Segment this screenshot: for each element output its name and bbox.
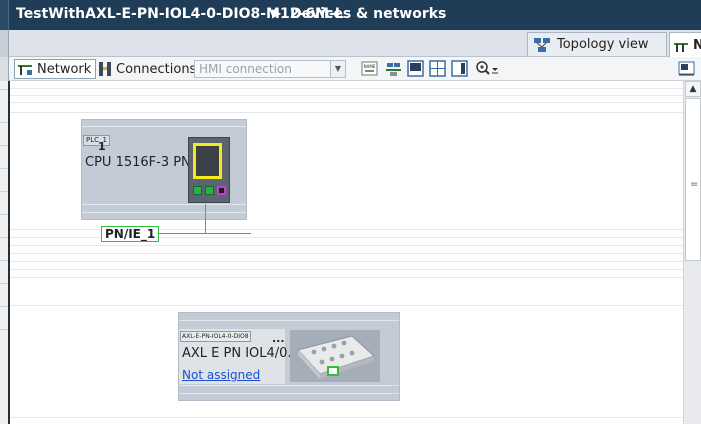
- device-stripe: [179, 320, 399, 321]
- io-device-box[interactable]: AXL-E-PN-IOL4-0-DIO8 ... AXL E PN IOL4/0…: [178, 312, 400, 401]
- connection-type-value: HMI connection: [199, 62, 292, 76]
- breadcrumb-separator-icon: ▶: [272, 6, 282, 20]
- grid-line: [10, 277, 683, 278]
- plc-name-suffix: 1: [98, 140, 106, 153]
- grid-line: [10, 112, 683, 113]
- device-stripe: [82, 204, 246, 205]
- strip-separator: [0, 145, 8, 146]
- grid-line: [10, 261, 683, 262]
- strip-separator: [0, 191, 8, 192]
- plc-description: CPU 1516F-3 PN...: [85, 155, 204, 170]
- strip-separator: [0, 283, 8, 284]
- strip-separator: [0, 214, 8, 215]
- grid-line: [10, 102, 683, 103]
- plc-module-image: [188, 137, 230, 203]
- layout-view-2-button[interactable]: [429, 60, 446, 77]
- address-icon: [386, 63, 401, 76]
- left-panel-edge[interactable]: [0, 30, 9, 57]
- panel-layout-icon: [407, 60, 424, 77]
- zoom-button[interactable]: [475, 60, 498, 77]
- grid-line: [10, 305, 683, 306]
- network-mode-button[interactable]: Network: [14, 59, 97, 79]
- svg-text:NAME: NAME: [364, 64, 376, 69]
- plc-subnet-link[interactable]: [205, 204, 206, 233]
- overview-navigation-button[interactable]: [678, 60, 695, 77]
- network-view-icon: [674, 42, 688, 52]
- subnet-label[interactable]: PN/IE_1: [101, 226, 160, 242]
- subnet-line[interactable]: [151, 233, 251, 234]
- interface-port-icon[interactable]: [217, 186, 226, 195]
- editor-title-bar: TestWithAXL-E-PN-IOL4-0-DIO8-M12-6M-L ▶ …: [0, 0, 701, 30]
- scroll-up-arrow-icon[interactable]: ▲: [685, 81, 701, 97]
- show-names-button[interactable]: NAME: [361, 60, 378, 77]
- strip-separator: [0, 260, 8, 261]
- network-toolbar: Network Connections HMI connection ▼ NAM…: [0, 57, 701, 81]
- io-description: AXL E PN IOL4/0...: [182, 346, 300, 361]
- strip-separator: [0, 168, 8, 169]
- profinet-port-icon[interactable]: [205, 186, 214, 195]
- view-tab-bar: Topology view N: [0, 30, 701, 58]
- io-profinet-port-icon[interactable]: [327, 366, 339, 376]
- tab-topology-label: Topology view: [557, 37, 649, 52]
- grid-line: [10, 88, 683, 89]
- name-tag-icon: NAME: [361, 61, 378, 76]
- network-canvas[interactable]: PLC_1 1 CPU 1516F-3 PN... PN/IE_1 AXL-E-…: [10, 81, 683, 424]
- device-stripe: [82, 126, 246, 127]
- zoom-icon: [476, 61, 498, 75]
- connections-mode-label: Connections: [116, 61, 197, 77]
- show-address-button[interactable]: [385, 60, 402, 77]
- left-panel-edge[interactable]: [0, 0, 9, 30]
- device-stripe: [179, 393, 399, 394]
- strip-separator: [0, 237, 8, 238]
- strip-separator: [0, 122, 8, 123]
- network-mode-icon: [18, 65, 32, 75]
- vertical-scrollbar[interactable]: ▲ =: [683, 81, 701, 424]
- grid-layout-icon: [429, 60, 446, 77]
- plc-display: [193, 143, 222, 179]
- strip-separator: [0, 329, 8, 330]
- scroll-grip-icon: =: [690, 179, 699, 190]
- strip-separator: [0, 306, 8, 307]
- grid-line: [10, 269, 683, 270]
- grid-line: [10, 95, 683, 96]
- split-layout-icon: [451, 60, 468, 77]
- profinet-port-icon[interactable]: [193, 186, 202, 195]
- chevron-down-icon[interactable]: ▼: [330, 60, 346, 78]
- io-name-ellipsis: ...: [272, 332, 285, 345]
- left-panel-strip[interactable]: [0, 81, 10, 424]
- grid-line: [10, 417, 683, 418]
- breadcrumb-devices-networks: Devices & networks: [290, 6, 447, 22]
- topology-icon: [534, 37, 550, 52]
- io-assignment-link[interactable]: Not assigned: [182, 368, 260, 382]
- grid-line: [10, 245, 683, 246]
- device-stripe: [82, 212, 246, 213]
- tab-network-label: N: [693, 38, 701, 53]
- connections-icon: [99, 62, 111, 76]
- strip-separator: [0, 89, 8, 90]
- plc-device-box[interactable]: PLC_1 1 CPU 1516F-3 PN...: [81, 119, 247, 220]
- layout-view-1-button[interactable]: [407, 60, 424, 77]
- connections-mode-button[interactable]: Connections: [96, 59, 198, 79]
- grid-line: [10, 253, 683, 254]
- connection-type-select[interactable]: HMI connection ▼: [194, 60, 346, 78]
- device-stripe: [179, 385, 399, 386]
- scrollbar-thumb[interactable]: =: [685, 98, 701, 261]
- network-mode-label: Network: [37, 61, 92, 77]
- io-name-tag[interactable]: AXL-E-PN-IOL4-0-DIO8: [180, 331, 251, 342]
- layout-view-3-button[interactable]: [451, 60, 468, 77]
- overview-icon: [678, 61, 695, 76]
- tab-topology-view[interactable]: Topology view: [527, 32, 667, 56]
- tab-network-view[interactable]: N: [669, 32, 701, 58]
- plc-name-tag[interactable]: PLC_1: [83, 135, 110, 146]
- left-panel-edge[interactable]: [0, 57, 9, 81]
